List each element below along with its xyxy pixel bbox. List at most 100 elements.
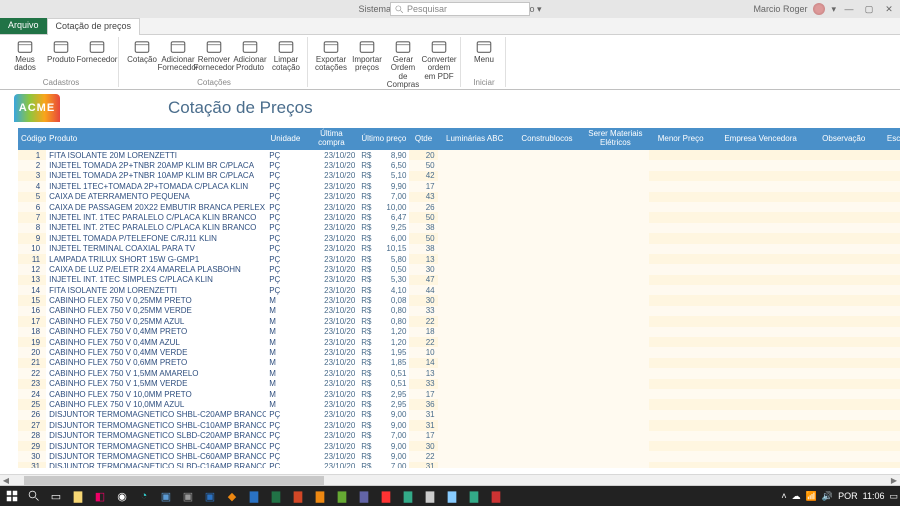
cell[interactable]: 23/10/20: [305, 368, 359, 378]
cell[interactable]: 10: [409, 347, 437, 357]
cell[interactable]: [649, 171, 713, 181]
cell[interactable]: [809, 160, 879, 170]
cell[interactable]: INJETEL TOMADA 2P+TNBR 10AMP KLIM BR C/P…: [46, 171, 266, 181]
cell[interactable]: [512, 233, 582, 243]
cell[interactable]: [438, 181, 512, 191]
cell[interactable]: [713, 264, 809, 274]
cell[interactable]: [512, 264, 582, 274]
cell[interactable]: [438, 347, 512, 357]
cell[interactable]: [512, 254, 582, 264]
table-row[interactable]: 2INJETEL TOMADA 2P+TNBR 20AMP KLIM BR C/…: [18, 160, 900, 170]
column-header[interactable]: Luminárias ABC: [438, 128, 512, 150]
table-row[interactable]: 17CABINHO FLEX 750 V 0,25MM AZULM23/10/2…: [18, 316, 900, 326]
cell[interactable]: 28: [18, 431, 46, 441]
column-header[interactable]: Qtde: [409, 128, 437, 150]
cell[interactable]: [809, 150, 879, 160]
taskbar-app-icon[interactable]: ▇: [464, 486, 484, 506]
cell[interactable]: PÇ: [266, 212, 304, 222]
cell[interactable]: [438, 223, 512, 233]
cell[interactable]: 20: [18, 347, 46, 357]
cell[interactable]: 23/10/20: [305, 420, 359, 430]
cell[interactable]: 31: [409, 462, 437, 468]
cell[interactable]: R$1,20: [358, 337, 409, 347]
outlook-icon[interactable]: ▣: [200, 486, 220, 506]
cell[interactable]: [582, 327, 649, 337]
cell[interactable]: [438, 399, 512, 409]
cell[interactable]: [582, 462, 649, 468]
cell[interactable]: R$7,00: [358, 192, 409, 202]
cell[interactable]: DISJUNTOR TERMOMAGNETICO SHBL-C10AMP BRA…: [46, 420, 266, 430]
cell[interactable]: 24: [18, 389, 46, 399]
cell[interactable]: 23/10/20: [305, 275, 359, 285]
cell[interactable]: INJETEL INT. 1TEC SIMPLES C/PLACA KLIN: [46, 275, 266, 285]
cell[interactable]: [879, 306, 900, 316]
cell[interactable]: [649, 160, 713, 170]
cell[interactable]: 23/10/20: [305, 295, 359, 305]
table-row[interactable]: 27DISJUNTOR TERMOMAGNETICO SHBL-C10AMP B…: [18, 420, 900, 430]
table-row[interactable]: 14FITA ISOLANTE 20M LORENZETTIPÇ23/10/20…: [18, 285, 900, 295]
taskbar-app-icon[interactable]: ▇: [442, 486, 462, 506]
cell[interactable]: 31: [18, 462, 46, 468]
cell[interactable]: [582, 399, 649, 409]
cell[interactable]: [512, 223, 582, 233]
cell[interactable]: INJETEL INT. 1TEC PARALELO C/PLACA KLIN …: [46, 212, 266, 222]
cell[interactable]: R$9,90: [358, 181, 409, 191]
cell[interactable]: [879, 171, 900, 181]
cell[interactable]: [649, 431, 713, 441]
cell[interactable]: [809, 379, 879, 389]
table-row[interactable]: 31DISJUNTOR TERMOMAGNETICO SLBD-C16AMP B…: [18, 462, 900, 468]
cell[interactable]: PÇ: [266, 264, 304, 274]
cell[interactable]: [582, 150, 649, 160]
cell[interactable]: [512, 347, 582, 357]
cell[interactable]: [649, 306, 713, 316]
cell[interactable]: M: [266, 306, 304, 316]
table-row[interactable]: 1FITA ISOLANTE 20M LORENZETTIPÇ23/10/20R…: [18, 150, 900, 160]
cell[interactable]: [713, 389, 809, 399]
tray-chevron-icon[interactable]: ˄: [781, 491, 786, 501]
cell[interactable]: 23/10/20: [305, 399, 359, 409]
cell[interactable]: CABINHO FLEX 750 V 1,5MM AMARELO: [46, 368, 266, 378]
cell[interactable]: [879, 379, 900, 389]
cell[interactable]: 23/10/20: [305, 202, 359, 212]
cell[interactable]: [438, 306, 512, 316]
cell[interactable]: [809, 399, 879, 409]
table-row[interactable]: 20CABINHO FLEX 750 V 0,4MM VERDEM23/10/2…: [18, 347, 900, 357]
cell[interactable]: 23/10/20: [305, 327, 359, 337]
column-header[interactable]: Observação: [809, 128, 879, 150]
cell[interactable]: 23/10/20: [305, 171, 359, 181]
cell[interactable]: PÇ: [266, 254, 304, 264]
cell[interactable]: 21: [18, 358, 46, 368]
cell[interactable]: R$2,95: [358, 399, 409, 409]
cell[interactable]: [713, 285, 809, 295]
cell[interactable]: 13: [18, 275, 46, 285]
cell[interactable]: 31: [409, 410, 437, 420]
table-row[interactable]: 9INJETEL TOMADA P/TELEFONE C/RJ11 KLINPÇ…: [18, 233, 900, 243]
cell[interactable]: 30: [18, 451, 46, 461]
cell[interactable]: [438, 410, 512, 420]
cell[interactable]: [438, 337, 512, 347]
search-task-icon[interactable]: [24, 486, 44, 506]
cell[interactable]: [879, 368, 900, 378]
table-row[interactable]: 12CAIXA DE LUZ P/ELETR 2X4 AMARELA PLASB…: [18, 264, 900, 274]
cell[interactable]: R$6,00: [358, 233, 409, 243]
cell[interactable]: [582, 431, 649, 441]
cell[interactable]: [438, 254, 512, 264]
cell[interactable]: 22: [409, 337, 437, 347]
cell[interactable]: 23/10/20: [305, 389, 359, 399]
cell[interactable]: [649, 462, 713, 468]
cell[interactable]: 33: [409, 379, 437, 389]
cell[interactable]: PÇ: [266, 192, 304, 202]
cell[interactable]: [512, 368, 582, 378]
cell[interactable]: [512, 389, 582, 399]
cell[interactable]: [879, 202, 900, 212]
cell[interactable]: [809, 223, 879, 233]
cell[interactable]: INJETEL 1TEC+TOMADA 2P+TOMADA C/PLACA KL…: [46, 181, 266, 191]
cell[interactable]: CABINHO FLEX 750 V 0,25MM AZUL: [46, 316, 266, 326]
cell[interactable]: [512, 337, 582, 347]
taskbar-app-icon[interactable]: ▇: [310, 486, 330, 506]
cell[interactable]: [713, 306, 809, 316]
table-row[interactable]: 25CABINHO FLEX 750 V 10,0MM AZULM23/10/2…: [18, 399, 900, 409]
cell[interactable]: [649, 295, 713, 305]
cell[interactable]: PÇ: [266, 462, 304, 468]
cell[interactable]: [713, 420, 809, 430]
